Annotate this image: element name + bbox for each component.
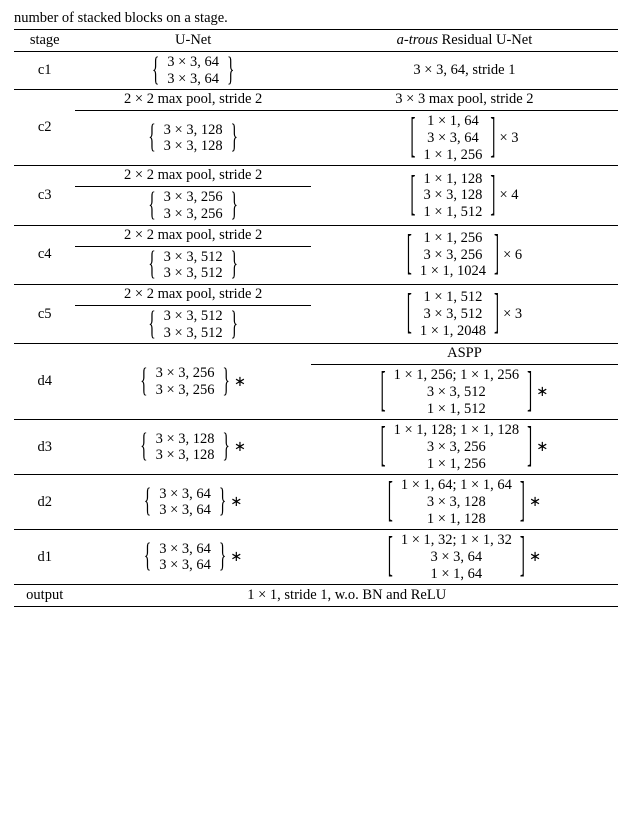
unet-c5: {3 × 3, 5123 × 3, 512}	[75, 306, 310, 344]
stage-d1: d1	[14, 530, 75, 585]
output-text: 1 × 1, stride 1, w.o. BN and ReLU	[75, 585, 618, 607]
pool-c2-u: 2 × 2 max pool, stride 2	[75, 90, 310, 111]
pool-c4-u: 2 × 2 max pool, stride 2	[75, 225, 310, 246]
res-c4: [1 × 1, 2563 × 3, 2561 × 1, 1024]× 6	[311, 225, 618, 284]
stage-c4: c4	[14, 225, 75, 284]
aspp-label: ASPP	[311, 344, 618, 365]
res-d3: [1 × 1, 128; 1 × 1, 1283 × 3, 2561 × 1, …	[311, 420, 618, 475]
res-c2: [1 × 1, 643 × 3, 641 × 1, 256]× 3	[311, 111, 618, 166]
stage-d3: d3	[14, 420, 75, 475]
pool-c5-u: 2 × 2 max pool, stride 2	[75, 285, 310, 306]
unet-d3: {3 × 3, 1283 × 3, 128}∗	[75, 420, 310, 475]
hdr-stage: stage	[14, 30, 75, 52]
hdr-unet: U-Net	[75, 30, 310, 52]
unet-c1: {3 × 3, 643 × 3, 64}	[75, 52, 310, 90]
stage-c2: c2	[14, 90, 75, 166]
res-c3: [1 × 1, 1283 × 3, 1281 × 1, 512]× 4	[311, 166, 618, 225]
stage-c5: c5	[14, 285, 75, 344]
unet-c2: {3 × 3, 1283 × 3, 128}	[75, 111, 310, 166]
stage-d2: d2	[14, 475, 75, 530]
unet-d4: {3 × 3, 2563 × 3, 256}∗	[75, 344, 310, 420]
unet-c3: {3 × 3, 2563 × 3, 256}	[75, 187, 310, 225]
res-c1: 3 × 3, 64, stride 1	[311, 52, 618, 90]
res-d2: [1 × 1, 64; 1 × 1, 643 × 3, 1281 × 1, 12…	[311, 475, 618, 530]
unet-d1: {3 × 3, 643 × 3, 64}∗	[75, 530, 310, 585]
stage-output: output	[14, 585, 75, 607]
res-d1: [1 × 1, 32; 1 × 1, 323 × 3, 641 × 1, 64]…	[311, 530, 618, 585]
caption-text: number of stacked blocks on a stage.	[14, 10, 618, 27]
arch-table: stage U-Net a-trous Residual U-Net c1 {3…	[14, 29, 618, 607]
stage-c1: c1	[14, 52, 75, 90]
res-c5: [1 × 1, 5123 × 3, 5121 × 1, 2048]× 3	[311, 285, 618, 344]
pool-c2-r: 3 × 3 max pool, stride 2	[311, 90, 618, 111]
stage-c3: c3	[14, 166, 75, 225]
hdr-res: a-trous Residual U-Net	[311, 30, 618, 52]
stage-d4: d4	[14, 344, 75, 420]
res-d4: [1 × 1, 256; 1 × 1, 2563 × 3, 5121 × 1, …	[311, 365, 618, 420]
pool-c3-u: 2 × 2 max pool, stride 2	[75, 166, 310, 187]
unet-c4: {3 × 3, 5123 × 3, 512}	[75, 246, 310, 284]
unet-d2: {3 × 3, 643 × 3, 64}∗	[75, 475, 310, 530]
